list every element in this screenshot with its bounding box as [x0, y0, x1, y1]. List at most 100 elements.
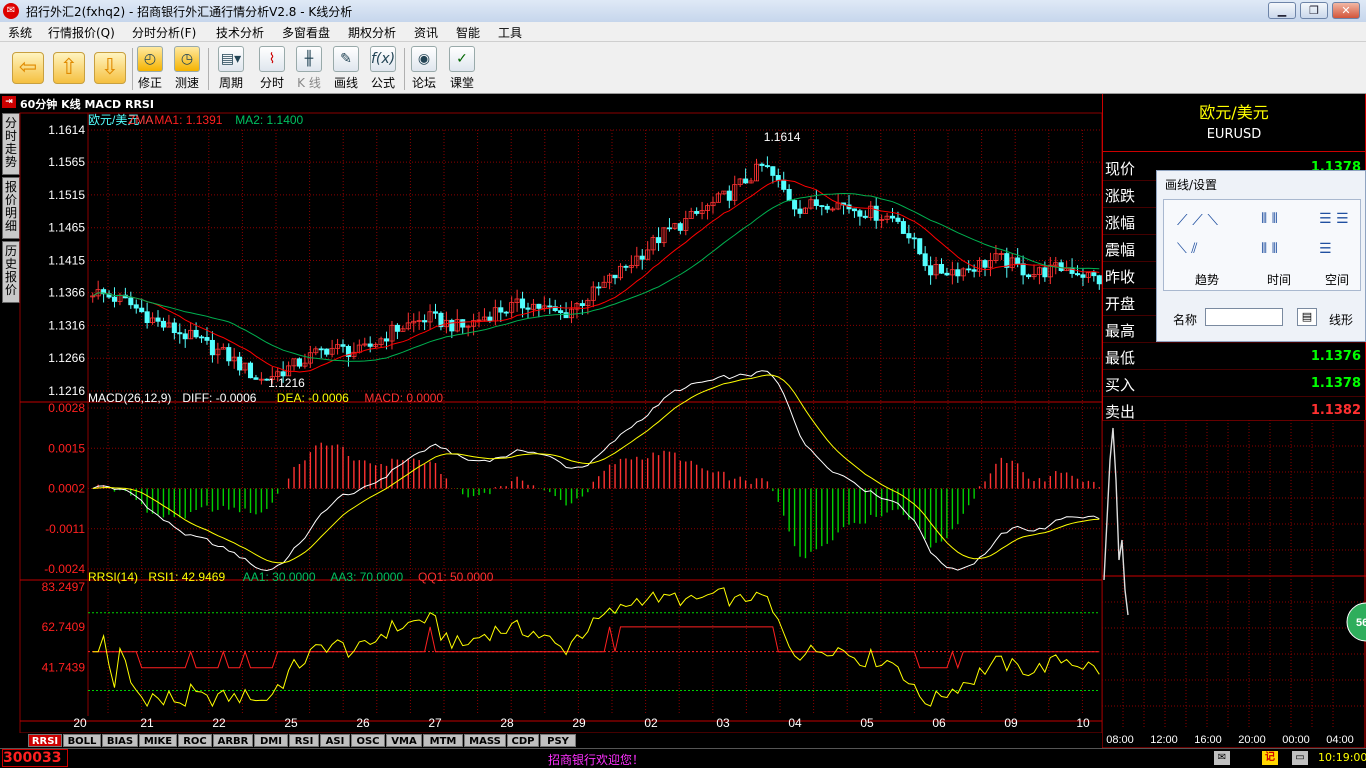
indicator-tabs: RRSI BOLL BIAS MIKE ROC ARBR DMI RSI ASI OSC VMA MT…	[0, 733, 1102, 748]
price-tick-label: 1.1465	[48, 221, 85, 235]
mini-time-label: 04:00	[1326, 734, 1354, 746]
menu-news[interactable]: 资讯	[414, 24, 438, 41]
candle	[237, 356, 243, 371]
app-logo-icon[interactable]: ✉	[3, 3, 19, 19]
name-input[interactable]	[1205, 308, 1283, 326]
macd-tick-label: 0.0028	[48, 401, 85, 415]
rsi-legend-2: AA1: 30.0000	[243, 570, 316, 584]
rsi-legend-3: AA3: 70.0000	[330, 570, 403, 584]
restore-icon[interactable]: ❐	[1300, 2, 1328, 19]
period-label: 周期	[218, 76, 243, 90]
candle	[639, 255, 645, 260]
menu-system[interactable]: 系统	[8, 24, 32, 41]
high-price-label: 1.1614	[764, 130, 801, 144]
menu-options[interactable]: 期权分析	[348, 24, 396, 41]
close-icon[interactable]: ✕	[1332, 2, 1360, 19]
candle	[1020, 263, 1026, 276]
speed-test-button[interactable]: ◷ 测速	[169, 46, 205, 92]
candle	[1058, 262, 1064, 271]
formula-button[interactable]: f(x) 公式	[365, 46, 401, 92]
x-axis-label: 05	[860, 716, 874, 730]
indicator-tab-asi[interactable]: ASI	[320, 734, 350, 747]
menu-multiwindow[interactable]: 多窗看盘	[282, 24, 330, 41]
mini-time-label: 20:00	[1238, 734, 1266, 746]
indicator-tab-arbr[interactable]: ARBR	[213, 734, 253, 747]
indicator-tab-mtm[interactable]: MTM	[423, 734, 463, 747]
group-space-label: 空间	[1325, 273, 1350, 287]
quote-row-label: 现价	[1105, 160, 1136, 178]
candle	[525, 307, 531, 310]
candle	[819, 205, 825, 207]
trend-line-icon[interactable]: ⟋ ⟋ ⟍	[1177, 211, 1218, 229]
draw-settings-panel[interactable]: 画线/设置 ⟋ ⟋ ⟍ ⟍ ⫽ ⦀ ⦀ ⦀ ⦀ ☰ ☰ ☰ 趋势 时间 空间 名…	[1156, 170, 1366, 342]
candle	[547, 305, 553, 308]
indicator-tab-bias[interactable]: BIAS	[102, 734, 138, 747]
alert-icon[interactable]: ▭	[1292, 751, 1308, 765]
chart-frame	[19, 112, 1102, 733]
quote-row-value: 1.1382	[1310, 403, 1361, 418]
forum-button[interactable]: ◉ 论坛	[406, 46, 442, 92]
time-cycle-icon[interactable]: ⦀ ⦀	[1261, 211, 1278, 227]
formula-label: 公式	[370, 76, 395, 90]
period-button[interactable]: ▤▾ 周期	[213, 46, 249, 92]
parallel-line-icon[interactable]: ⟍ ⫽	[1177, 241, 1198, 257]
indicator-tab-rrsi[interactable]: RRSI	[28, 734, 62, 747]
kline-chart[interactable]: 1.1614 1.1565 1.1515 1.1465 1.1415 1.1366 1.13…	[0, 111, 1102, 733]
down-arrow-icon[interactable]: ⇩	[94, 52, 126, 84]
menu-technical[interactable]: 技术分析	[216, 24, 264, 41]
mini-time-label: 12:00	[1150, 734, 1178, 746]
menu-quotes[interactable]: 行情报价(Q)	[48, 24, 115, 41]
indicator-tab-mike[interactable]: MIKE	[139, 734, 177, 747]
percent-line-icon[interactable]: ☰ ☰	[1319, 211, 1349, 227]
title-bar: ✉ 招行外汇2(fxhq2) - 招商银行外汇通行情分析V2.8 - K线分析 …	[0, 0, 1366, 22]
menu-timeshare[interactable]: 分时分析(F)	[132, 24, 196, 41]
indicator-tab-cdp[interactable]: CDP	[507, 734, 539, 747]
indicator-tab-roc[interactable]: ROC	[178, 734, 212, 747]
draw-line-button[interactable]: ✎ 画线	[328, 46, 364, 92]
candle	[498, 307, 504, 313]
candle	[824, 205, 830, 210]
indicator-tab-psy[interactable]: PSY	[540, 734, 576, 747]
x-axis-label: 25	[284, 716, 298, 730]
indicator-tab-vma[interactable]: VMA	[386, 734, 422, 747]
up-arrow-icon[interactable]: ⇧	[53, 52, 85, 84]
rsi-legend-0: RRSI(14)	[88, 570, 138, 584]
fibonacci-time-icon[interactable]: ⦀ ⦀	[1261, 241, 1278, 257]
candle	[656, 237, 662, 244]
candle	[1091, 272, 1097, 277]
mini-time-label: 08:00	[1106, 734, 1134, 746]
collapse-icon[interactable]: ⇥	[2, 96, 16, 108]
candle	[792, 200, 798, 210]
candle	[862, 215, 868, 218]
menu-bar: 系统 行情报价(Q) 分时分析(F) 技术分析 多窗看盘 期权分析 资讯 智能 …	[0, 22, 1366, 42]
indicator-tab-rsi[interactable]: RSI	[289, 734, 319, 747]
fix-button[interactable]: ◴ 修正	[132, 46, 168, 92]
kline-button[interactable]: ╫ K 线	[291, 46, 327, 92]
timeshare-button[interactable]: ⌇ 分时	[254, 46, 290, 92]
menu-tools[interactable]: 工具	[498, 24, 522, 41]
candle	[318, 348, 324, 351]
indicator-tab-boll[interactable]: BOLL	[63, 734, 101, 747]
price-tick-label: 1.1415	[48, 254, 85, 268]
mini-time-label: 16:00	[1194, 734, 1222, 746]
minimize-icon[interactable]: ▁	[1268, 2, 1296, 19]
list-icon[interactable]: ▤	[1297, 308, 1317, 326]
indicator-tab-osc[interactable]: OSC	[351, 734, 385, 747]
menu-smart[interactable]: 智能	[456, 24, 480, 41]
x-axis-label: 02	[644, 716, 658, 730]
gann-line-icon[interactable]: ☰	[1319, 241, 1332, 257]
macd-tick-label: -0.0011	[45, 522, 85, 536]
indicator-tab-mass[interactable]: MASS	[464, 734, 506, 747]
back-arrow-icon[interactable]: ⇦	[12, 52, 44, 84]
classroom-button[interactable]: ✓ 课堂	[444, 46, 480, 92]
mail-icon[interactable]: ✉	[1214, 751, 1230, 765]
fix-label: 修正	[137, 76, 162, 90]
price-legend-2: MA1: 1.1391	[154, 113, 222, 127]
indicator-tab-dmi[interactable]: DMI	[254, 734, 288, 747]
candle	[873, 205, 879, 221]
x-axis-label: 26	[356, 716, 370, 730]
intraday-mini-chart[interactable]: 08:00 12:00 16:00 20:00 00:00 04:00 56	[1102, 420, 1366, 748]
notebook-icon[interactable]: 记	[1262, 751, 1278, 765]
candle	[155, 317, 161, 322]
candle	[111, 296, 118, 302]
